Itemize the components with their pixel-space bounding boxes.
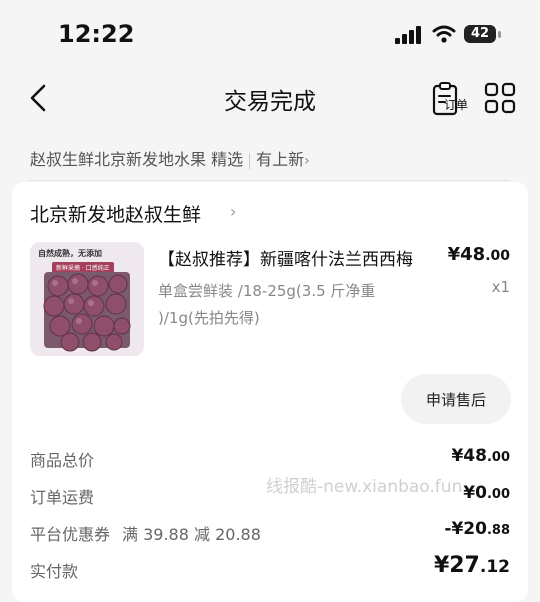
product-thumbnail[interactable]: 自然成熟，无添加 新鲜采摘 · 口感纯正 <box>30 242 144 356</box>
shipping-label: 订单运费 <box>30 488 95 507</box>
goods-total-value: ¥48.00 <box>451 446 510 466</box>
status-bar: 12:22 42 <box>0 0 540 70</box>
cellular-signal-icon <box>395 26 421 44</box>
paid-label: 实付款 <box>30 562 79 581</box>
coupon-cents: .88 <box>486 523 510 538</box>
product-quantity: x1 <box>491 278 510 296</box>
chevron-right-icon: › <box>304 153 310 169</box>
navigation-bar: 交易完成 订单 <box>0 70 540 130</box>
shipping-value: ¥0.00 <box>463 483 510 503</box>
goods-total-main: ¥48 <box>451 446 487 466</box>
watermark: 线报酷-new.xianbao.fun <box>266 477 463 497</box>
goods-total-cents: .00 <box>486 450 510 465</box>
new-arrivals-link[interactable]: 有上新 <box>256 150 304 169</box>
coupon-value: -¥20.88 <box>444 519 510 539</box>
goods-total-label: 商品总价 <box>30 451 95 470</box>
order-label[interactable]: 订单 <box>444 96 468 113</box>
price-cents: .00 <box>485 248 510 264</box>
store-name[interactable]: 北京新发地赵叔生鲜 <box>30 200 201 227</box>
battery-tip <box>498 31 501 38</box>
product-title[interactable]: 【赵叔推荐】新疆喀什法兰西西梅 <box>158 245 430 270</box>
chevron-right-icon[interactable]: › <box>230 202 236 221</box>
shop-info-bar[interactable]: 赵叔生鲜北京新发地水果 精选 有上新› <box>30 146 310 170</box>
paid-main: ¥27 <box>433 553 480 578</box>
product-spec: 单盒尝鲜装 /18-25g(3.5 斤净重 )/1g(先拍先得) <box>158 282 376 327</box>
divider <box>249 152 251 169</box>
shipping-main: ¥0 <box>463 483 487 503</box>
after-sales-button[interactable]: 申请售后 <box>401 374 511 424</box>
wifi-icon <box>432 25 456 43</box>
shop-info-text: 赵叔生鲜北京新发地水果 精选 <box>30 150 244 169</box>
grid-menu-icon[interactable] <box>484 82 516 114</box>
coupon-label: 平台优惠券 <box>30 525 111 544</box>
divider-line <box>30 180 510 181</box>
price-main: ¥48 <box>447 244 486 265</box>
coupon-main: -¥20 <box>444 519 487 539</box>
battery-indicator: 42 <box>464 25 502 45</box>
plums-image <box>43 272 131 352</box>
coupon-note: 满 39.88 减 20.88 <box>122 525 261 544</box>
paid-cents: .12 <box>479 557 510 577</box>
product-price: ¥48.00 <box>448 244 510 265</box>
status-time: 12:22 <box>58 20 135 48</box>
battery-level: 42 <box>464 25 496 43</box>
shipping-cents: .00 <box>486 487 510 502</box>
paid-value: ¥27.12 <box>434 553 510 578</box>
coupon-row: 平台优惠券满 39.88 减 20.88 <box>30 521 261 545</box>
